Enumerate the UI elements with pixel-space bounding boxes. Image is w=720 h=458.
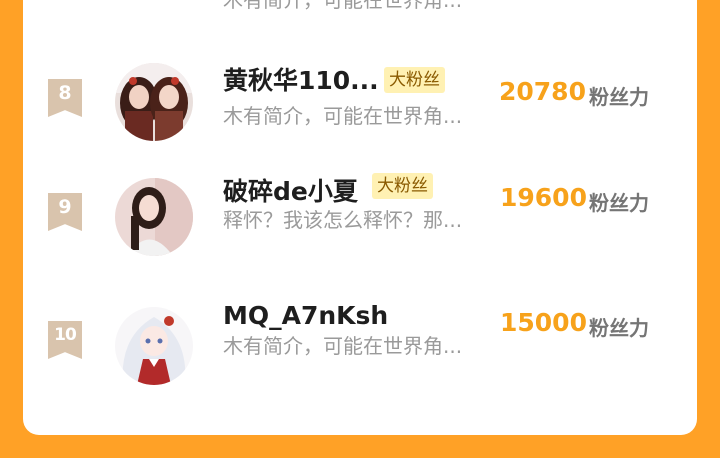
avatar[interactable]	[115, 178, 193, 256]
fan-level-badge: 大粉丝	[372, 173, 433, 199]
fan-score-unit: 粉丝力	[589, 191, 649, 215]
user-name[interactable]: 破碎de小夏	[223, 172, 358, 208]
user-bio: 释怀？我该怎么释怀？那...	[223, 208, 463, 232]
user-name[interactable]: 黄秋华110...	[223, 61, 379, 97]
fan-score: 20780	[499, 77, 586, 106]
rank-badge: 9	[48, 193, 82, 231]
fan-level-badge: 大粉丝	[384, 67, 445, 93]
ranking-card: 木有简介，可能在世界角... 8 黄秋华110... 大粉丝 木有简介，可能在世…	[23, 0, 697, 435]
list-item-partial[interactable]: 木有简介，可能在世界角...	[23, 0, 697, 10]
fan-score-unit: 粉丝力	[589, 85, 649, 109]
fan-score: 19600	[500, 183, 587, 212]
user-bio: 木有简介，可能在世界角...	[223, 334, 463, 358]
list-item[interactable]: 8 黄秋华110... 大粉丝 木有简介，可能在世界角... 20780 粉丝力	[23, 51, 697, 151]
list-item[interactable]: 10 MQ_A7nKsh 木有简介，可能在世界角... 15000 粉丝力	[23, 301, 697, 419]
user-bio: 木有简介，可能在世界角...	[223, 0, 462, 10]
avatar[interactable]	[115, 63, 193, 141]
list-item[interactable]: 9 破碎de小夏 大粉丝 释怀？我该怎么释怀？那... 19600 粉丝力	[23, 173, 697, 287]
user-name[interactable]: MQ_A7nKsh	[223, 301, 388, 330]
rank-badge: 10	[48, 321, 82, 359]
fan-score: 15000	[500, 308, 587, 337]
avatar[interactable]	[115, 307, 193, 385]
rank-badge: 8	[48, 79, 82, 117]
fan-score-unit: 粉丝力	[589, 316, 649, 340]
user-bio: 木有简介，可能在世界角...	[223, 104, 463, 128]
